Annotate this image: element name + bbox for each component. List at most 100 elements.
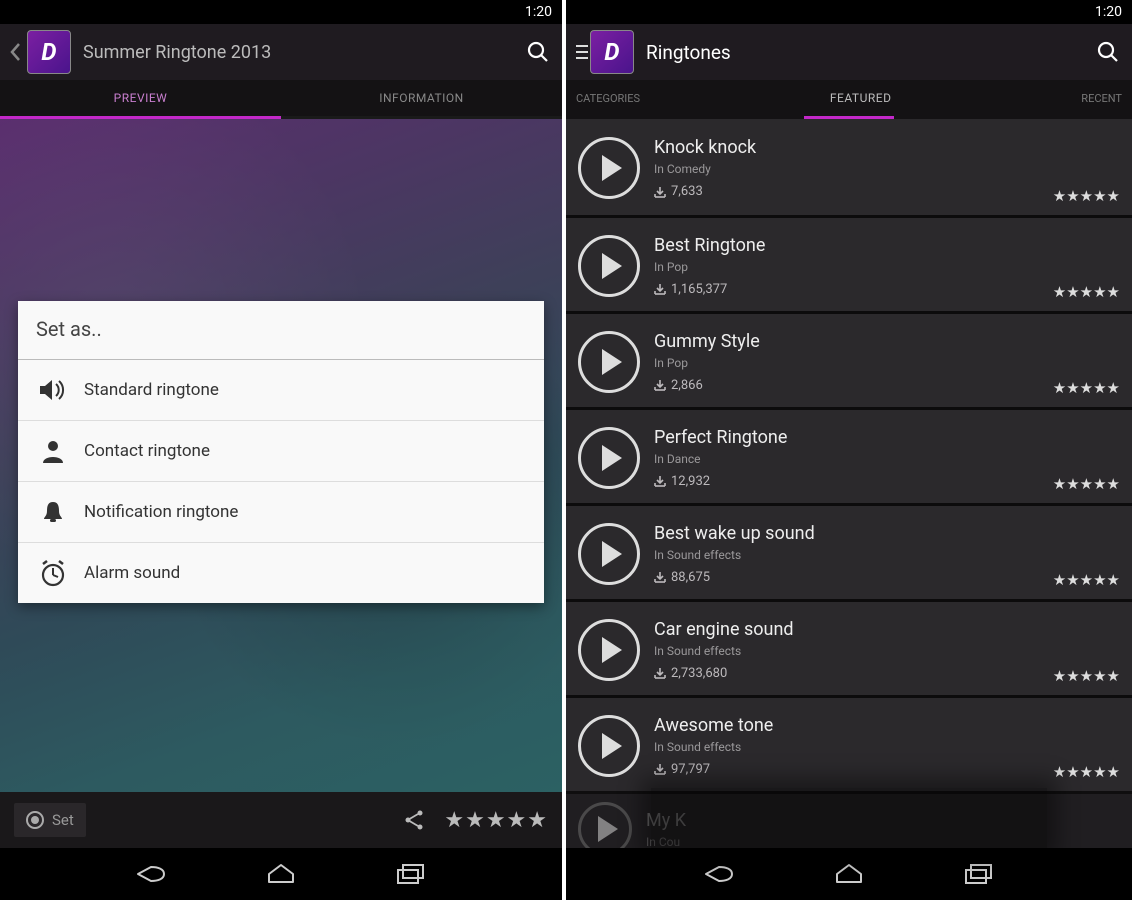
menu-icon[interactable] xyxy=(576,42,588,62)
dialog-item-label: Alarm sound xyxy=(84,563,180,583)
set-standard-ringtone[interactable]: Standard ringtone xyxy=(18,360,544,421)
ringtone-row[interactable]: Awesome toneIn Sound effects97,797★★★★★ xyxy=(566,695,1132,791)
rating-stars[interactable]: ★★★★★ xyxy=(444,808,548,833)
search-icon[interactable] xyxy=(524,38,552,66)
download-count: 2,733,680 xyxy=(654,666,1120,681)
page-title: Ringtones xyxy=(646,41,1094,64)
nav-recent-icon[interactable] xyxy=(959,860,999,888)
dialog-title: Set as.. xyxy=(18,301,544,360)
record-icon xyxy=(26,811,44,829)
volume-icon xyxy=(36,376,70,404)
set-button[interactable]: Set xyxy=(14,803,86,837)
rating-stars: ★★★★★ xyxy=(1053,475,1120,493)
download-icon xyxy=(654,186,666,198)
set-button-label: Set xyxy=(52,811,74,829)
play-icon[interactable] xyxy=(578,523,640,585)
ringtone-category: In Pop xyxy=(654,356,1120,370)
ringtone-category: In Sound effects xyxy=(654,548,1120,562)
status-time: 1:20 xyxy=(1095,4,1122,20)
app-logo-icon[interactable]: D xyxy=(27,30,71,74)
set-contact-ringtone[interactable]: Contact ringtone xyxy=(18,421,544,482)
rating-stars: ★★★★★ xyxy=(1053,379,1120,397)
ringtone-title: Car engine sound xyxy=(654,619,1120,640)
ringtone-row[interactable]: Best wake up sound In Sound effects 88,675… xyxy=(566,503,1132,599)
set-notification-ringtone[interactable]: Notification ringtone xyxy=(18,482,544,543)
ringtone-title: Best Ringtone xyxy=(654,235,1120,256)
ringtone-title: My K xyxy=(646,810,1120,831)
status-bar: 1:20 xyxy=(566,0,1132,24)
page-title: Summer Ringtone 2013 xyxy=(83,42,524,63)
ringtone-row[interactable]: Best Ringtone In Pop 1,165,377★★★★★ xyxy=(566,215,1132,311)
tab-categories[interactable]: CATEGORIES xyxy=(566,92,640,105)
download-count: 7,633 xyxy=(654,184,1120,199)
ringtone-category: In Pop xyxy=(654,260,1120,274)
nav-recent-icon[interactable] xyxy=(391,860,431,888)
android-nav-bar xyxy=(566,848,1132,900)
status-bar: 1:20 xyxy=(0,0,562,24)
tab-bar: CATEGORIES FEATURED RECENT xyxy=(566,80,1132,116)
ringtone-title: Gummy Style xyxy=(654,331,1120,352)
download-icon xyxy=(654,475,666,487)
play-icon[interactable] xyxy=(578,331,640,393)
download-icon xyxy=(654,379,666,391)
ringtone-row[interactable]: Car engine sound In Sound effects 2,733,68… xyxy=(566,599,1132,695)
play-icon[interactable] xyxy=(578,427,640,489)
rating-stars: ★★★★★ xyxy=(1053,283,1120,301)
ringtone-row[interactable]: Perfect RingtoneIn Dance12,932★★★★★ xyxy=(566,407,1132,503)
ringtone-row[interactable]: Gummy Style In Pop 2,866★★★★★ xyxy=(566,311,1132,407)
tab-information[interactable]: INFORMATION xyxy=(281,81,562,115)
set-as-dialog: Set as.. Standard ringtone Contact ringt… xyxy=(18,301,544,603)
download-count: 12,932 xyxy=(654,474,1120,489)
ringtone-title: Perfect Ringtone xyxy=(654,427,1120,448)
tab-bar: PREVIEW INFORMATION xyxy=(0,80,562,116)
play-icon[interactable] xyxy=(578,137,640,199)
download-count: 1,165,377 xyxy=(654,282,1120,297)
left-screenshot: 1:20 D Summer Ringtone 2013 PREVIEW INFO… xyxy=(0,0,566,900)
dialog-item-label: Standard ringtone xyxy=(84,380,219,400)
nav-home-icon[interactable] xyxy=(829,860,869,888)
rating-stars: ★★★★★ xyxy=(1053,763,1120,781)
dialog-item-label: Notification ringtone xyxy=(84,502,238,522)
play-icon[interactable] xyxy=(578,715,640,777)
download-count: 2,866 xyxy=(654,378,1120,393)
status-time: 1:20 xyxy=(525,4,552,20)
ringtone-row[interactable]: My K In Cou xyxy=(566,791,1132,848)
back-icon[interactable] xyxy=(10,42,21,62)
alarm-icon xyxy=(36,559,70,587)
tab-featured[interactable]: FEATURED xyxy=(640,91,1081,105)
nav-home-icon[interactable] xyxy=(261,860,301,888)
ringtone-list[interactable]: Knock knockIn Comedy7,633★★★★★Best Ringt… xyxy=(566,119,1132,848)
tab-preview[interactable]: PREVIEW xyxy=(0,81,281,115)
download-icon xyxy=(654,667,666,679)
play-icon[interactable] xyxy=(578,235,640,297)
right-screenshot: 1:20 D Ringtones CATEGORIES FEATURED REC… xyxy=(566,0,1132,900)
person-icon xyxy=(36,437,70,465)
rating-stars: ★★★★★ xyxy=(1053,187,1120,205)
android-nav-bar xyxy=(0,848,562,900)
tab-recent[interactable]: RECENT xyxy=(1081,92,1132,105)
search-icon[interactable] xyxy=(1094,38,1122,66)
bottom-action-bar: Set ★★★★★ xyxy=(0,792,562,848)
ringtone-category: In Comedy xyxy=(654,162,1120,176)
download-count: 97,797 xyxy=(654,762,1120,777)
bell-icon xyxy=(36,498,70,526)
play-icon[interactable] xyxy=(578,619,640,681)
app-logo-icon[interactable]: D xyxy=(590,30,634,74)
share-icon[interactable] xyxy=(402,808,426,832)
ringtone-category: In Cou xyxy=(646,835,1120,849)
ringtone-category: In Sound effects xyxy=(654,740,1120,754)
preview-area: Set as.. Standard ringtone Contact ringt… xyxy=(0,119,562,792)
nav-back-icon[interactable] xyxy=(699,860,739,888)
ringtone-category: In Sound effects xyxy=(654,644,1120,658)
play-icon[interactable] xyxy=(578,802,632,848)
download-icon xyxy=(654,283,666,295)
download-icon xyxy=(654,571,666,583)
nav-back-icon[interactable] xyxy=(131,860,171,888)
ringtone-row[interactable]: Knock knock In Comedy 7,633★★★★★ xyxy=(566,119,1132,215)
ringtone-title: Knock knock xyxy=(654,137,1120,158)
dialog-item-label: Contact ringtone xyxy=(84,441,210,461)
ringtone-title: Best wake up sound xyxy=(654,523,1120,544)
download-count: 88,675 xyxy=(654,570,1120,585)
set-alarm-sound[interactable]: Alarm sound xyxy=(18,543,544,603)
rating-stars: ★★★★★ xyxy=(1053,571,1120,589)
